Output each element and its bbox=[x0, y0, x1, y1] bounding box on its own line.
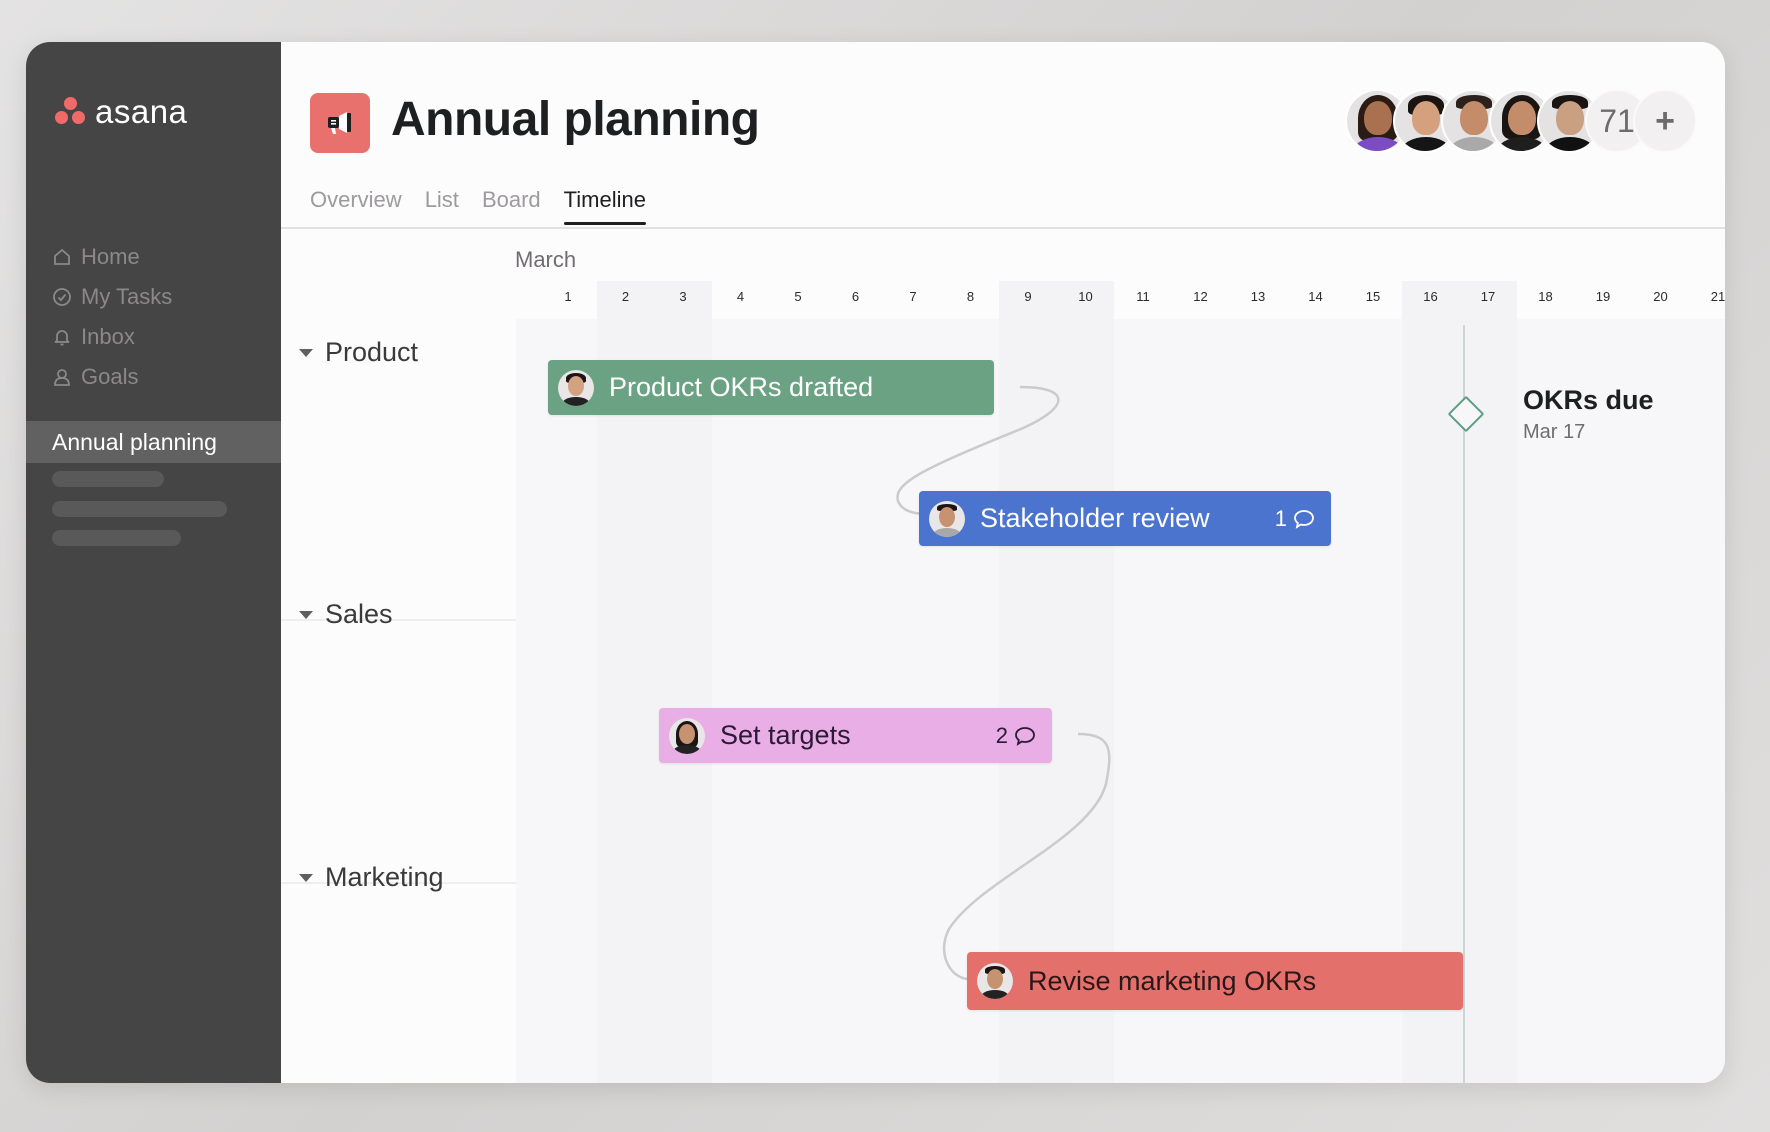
group-label: Marketing bbox=[325, 862, 444, 892]
page-title: Annual planning bbox=[391, 93, 760, 146]
day-label: 7 bbox=[909, 289, 917, 304]
day-label: 11 bbox=[1136, 289, 1150, 304]
bell-icon bbox=[54, 330, 70, 346]
group-toggle-sales[interactable]: Sales bbox=[299, 599, 393, 630]
comment-bubble-icon bbox=[1015, 726, 1035, 746]
day-label: 20 bbox=[1653, 289, 1668, 304]
tab-timeline[interactable]: Timeline bbox=[563, 187, 647, 225]
group-toggle-marketing[interactable]: Marketing bbox=[299, 862, 444, 893]
comment-count-value: 1 bbox=[1274, 505, 1287, 531]
task-bar-revise-marketing-okrs[interactable]: Revise marketing OKRs bbox=[967, 952, 1463, 1010]
main-content: Annual planning 71 + Overview List Board… bbox=[281, 42, 1725, 1083]
comment-count[interactable]: 2 bbox=[996, 723, 1036, 749]
tab-board[interactable]: Board bbox=[482, 187, 541, 225]
day-label: 16 bbox=[1423, 289, 1438, 304]
project-members[interactable]: 71 + bbox=[1345, 89, 1697, 153]
comment-bubble-icon bbox=[1294, 509, 1314, 529]
placeholder-project-item bbox=[52, 501, 227, 517]
brand-name: asana bbox=[95, 93, 188, 130]
add-member-button[interactable]: + bbox=[1633, 89, 1697, 153]
milestone-date: Mar 17 bbox=[1523, 421, 1586, 443]
app-window: asana Home My Tasks Inbox Goals Projects… bbox=[26, 42, 1725, 1083]
group-column: Product Sales Marketing bbox=[281, 319, 516, 1083]
day-label: 6 bbox=[851, 289, 860, 304]
asana-logo-icon bbox=[55, 97, 87, 127]
month-label: March bbox=[515, 247, 577, 272]
day-label: 14 bbox=[1308, 289, 1323, 304]
group-label: Sales bbox=[325, 599, 393, 629]
day-label: 21 bbox=[1710, 289, 1725, 304]
day-label: 18 bbox=[1538, 289, 1553, 304]
group-toggle-product[interactable]: Product bbox=[299, 337, 418, 368]
tab-overview[interactable]: Overview bbox=[310, 187, 402, 225]
sidebar-item-label: My Tasks bbox=[81, 284, 173, 309]
day-label: 10 bbox=[1078, 289, 1093, 304]
task-name: Product OKRs drafted bbox=[609, 372, 874, 402]
group-label: Product bbox=[325, 337, 419, 367]
caret-down-icon bbox=[299, 610, 313, 619]
megaphone-icon bbox=[328, 112, 351, 134]
sidebar-item-label: Inbox bbox=[81, 324, 135, 349]
day-label: 19 bbox=[1595, 289, 1611, 304]
home-icon bbox=[54, 248, 70, 265]
assignee-avatar bbox=[558, 369, 594, 406]
sidebar-item-home[interactable]: Home bbox=[52, 237, 172, 277]
project-icon bbox=[310, 93, 370, 153]
timeline-view: March 1 2 3 4 5 6 7 8 9 10 11 12 13 14 15 16 17 18 19 20 21 … bbox=[281, 229, 1725, 1083]
asana-logo[interactable]: asana bbox=[55, 92, 187, 132]
task-name: Revise marketing OKRs bbox=[1028, 965, 1317, 996]
assignee-avatar bbox=[669, 717, 705, 754]
day-label: 3 bbox=[679, 289, 687, 304]
day-label: 9 bbox=[1024, 289, 1032, 304]
sidebar-item-goals[interactable]: Goals bbox=[52, 357, 172, 397]
day-label: 15 bbox=[1365, 289, 1381, 304]
task-name: Stakeholder review bbox=[980, 503, 1210, 533]
task-bar-product-okrs-drafted[interactable]: Product OKRs drafted bbox=[548, 360, 994, 415]
comment-count-value: 2 bbox=[995, 722, 1008, 748]
day-label: 13 bbox=[1250, 289, 1266, 304]
day-label: 4 bbox=[736, 289, 745, 304]
placeholder-project-item bbox=[52, 530, 181, 546]
day-label: 5 bbox=[794, 289, 802, 304]
day-label: 2 bbox=[621, 289, 630, 304]
task-name: Set targets bbox=[720, 720, 851, 750]
project-tabs: Overview List Board Timeline bbox=[310, 187, 669, 225]
assignee-avatar bbox=[929, 500, 965, 537]
assignee-avatar bbox=[977, 963, 1013, 999]
person-icon bbox=[54, 369, 70, 386]
sidebar-item-label: Home bbox=[81, 244, 140, 269]
day-label: 1 bbox=[564, 289, 572, 304]
sidebar: asana Home My Tasks Inbox Goals Projects… bbox=[26, 42, 281, 1083]
task-bar-set-targets[interactable]: Set targets 2 bbox=[659, 708, 1052, 763]
sidebar-nav: Home My Tasks Inbox Goals bbox=[52, 237, 172, 397]
sidebar-item-my-tasks[interactable]: My Tasks bbox=[52, 277, 172, 317]
milestone-title[interactable]: OKRs due bbox=[1523, 385, 1654, 416]
sidebar-item-inbox[interactable]: Inbox bbox=[52, 317, 172, 357]
milestone-line bbox=[1463, 325, 1465, 1083]
sidebar-item-label: Goals bbox=[81, 364, 139, 389]
comment-count[interactable]: 1 bbox=[1275, 506, 1315, 532]
task-bar-stakeholder-review[interactable]: Stakeholder review 1 bbox=[919, 491, 1331, 546]
caret-down-icon bbox=[299, 348, 313, 357]
sidebar-project-annual-planning[interactable]: Annual planning bbox=[26, 421, 281, 463]
day-label: 17 bbox=[1480, 289, 1496, 304]
caret-down-icon bbox=[299, 873, 313, 882]
tab-list[interactable]: List bbox=[425, 187, 459, 225]
day-label: 8 bbox=[966, 289, 975, 304]
placeholder-project-item bbox=[52, 471, 164, 487]
day-label: 12 bbox=[1193, 289, 1208, 304]
check-circle-icon bbox=[53, 288, 71, 306]
